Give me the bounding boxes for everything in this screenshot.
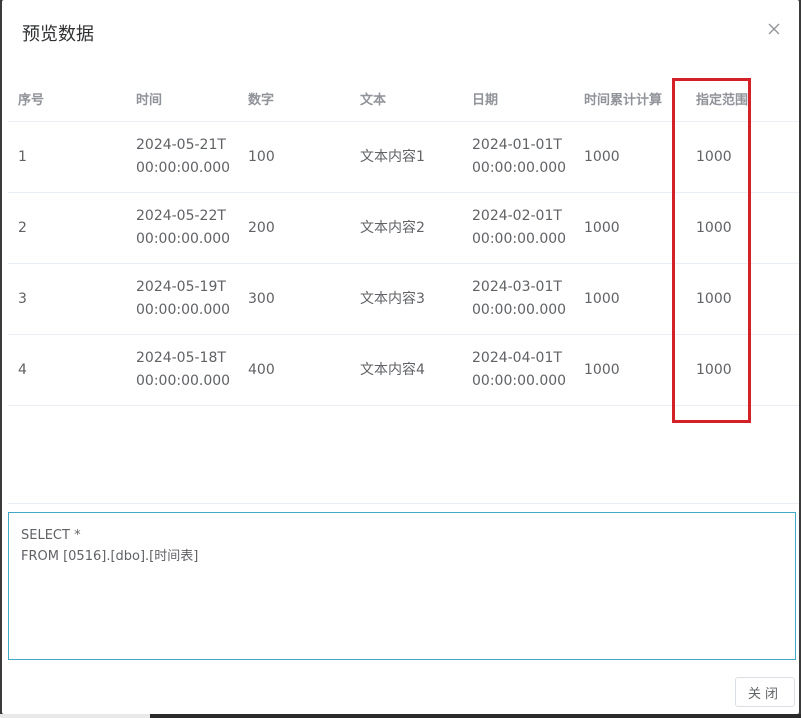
table-cell: 1000 (696, 148, 732, 165)
preview-dialog: 预览数据 序号 时间 数字 文本 日期 时间累计计算 指定范围 1 2024-0… (2, 0, 799, 714)
divider (8, 503, 799, 504)
table-cell: 200 (248, 219, 275, 236)
table-row: 1 2024-05-21T00:00:00.000 100 文本内容1 2024… (8, 122, 799, 193)
table-cell: 2024-03-01T00:00:00.000 (472, 279, 567, 318)
table-cell: 4 (18, 361, 27, 378)
table-cell: 2024-01-01T00:00:00.000 (472, 137, 567, 176)
table-row: 2 2024-05-22T00:00:00.000 200 文本内容2 2024… (8, 193, 799, 264)
table-cell: 300 (248, 290, 275, 307)
column-header[interactable]: 序号 (8, 89, 126, 108)
table-cell: 1000 (696, 219, 732, 236)
dialog-title: 预览数据 (22, 24, 94, 45)
table-cell: 文本内容2 (360, 219, 425, 236)
background-edge (0, 714, 150, 718)
table-cell: 2024-02-01T00:00:00.000 (472, 208, 567, 247)
table-cell: 1000 (696, 290, 732, 307)
dialog-header: 预览数据 (2, 0, 799, 66)
table-cell: 2024-04-01T00:00:00.000 (472, 350, 567, 389)
table-cell: 2 (18, 219, 27, 236)
sql-line: FROM [0516].[dbo].[时间表] (21, 549, 199, 564)
column-header[interactable]: 时间累计计算 (574, 89, 686, 108)
table-cell: 文本内容3 (360, 290, 425, 307)
column-header[interactable]: 日期 (462, 89, 574, 108)
table-cell: 400 (248, 361, 275, 378)
table-cell: 1 (18, 148, 27, 165)
table-cell: 2024-05-19T00:00:00.000 (136, 279, 231, 318)
column-header[interactable]: 数字 (238, 89, 350, 108)
table-cell: 100 (248, 148, 275, 165)
close-icon[interactable] (767, 22, 781, 36)
preview-table: 序号 时间 数字 文本 日期 时间累计计算 指定范围 1 2024-05-21T… (8, 76, 799, 406)
table-cell: 1000 (584, 219, 620, 236)
column-header[interactable]: 时间 (126, 89, 238, 108)
table-cell: 文本内容4 (360, 361, 425, 378)
table-cell: 1000 (584, 361, 620, 378)
table-cell: 1000 (584, 148, 620, 165)
column-header[interactable]: 指定范围 (686, 89, 799, 108)
column-header[interactable]: 文本 (350, 89, 462, 108)
table-cell: 1000 (584, 290, 620, 307)
table-row: 4 2024-05-18T00:00:00.000 400 文本内容4 2024… (8, 335, 799, 406)
table-cell: 2024-05-22T00:00:00.000 (136, 208, 231, 247)
sql-query-textarea[interactable]: SELECT * FROM [0516].[dbo].[时间表] (8, 512, 796, 660)
table-header-row: 序号 时间 数字 文本 日期 时间累计计算 指定范围 (8, 76, 799, 122)
table-cell: 2024-05-18T00:00:00.000 (136, 350, 231, 389)
table-cell: 3 (18, 290, 27, 307)
table-cell: 2024-05-21T00:00:00.000 (136, 137, 231, 176)
close-button[interactable]: 关闭 (735, 677, 795, 707)
table-cell: 1000 (696, 361, 732, 378)
sql-line: SELECT * (21, 528, 81, 543)
table-row: 3 2024-05-19T00:00:00.000 300 文本内容3 2024… (8, 264, 799, 335)
table-cell: 文本内容1 (360, 148, 425, 165)
